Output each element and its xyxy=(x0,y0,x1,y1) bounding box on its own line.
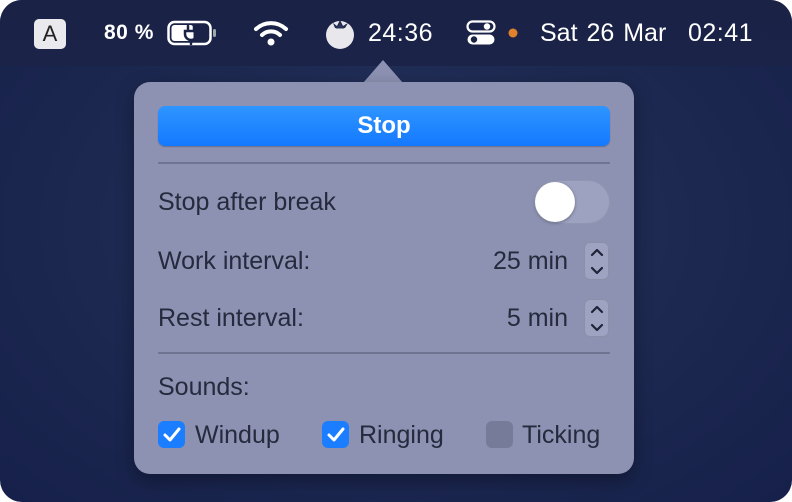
ringing-checkbox[interactable] xyxy=(322,421,349,448)
sounds-label: Sounds: xyxy=(158,373,250,401)
windup-label[interactable]: Windup xyxy=(195,421,280,450)
work-interval-stepper[interactable] xyxy=(584,242,609,280)
input-source-indicator[interactable]: A xyxy=(34,19,66,49)
rest-interval-value: 5 min xyxy=(506,304,568,332)
tomato-icon[interactable] xyxy=(322,0,358,66)
input-source-label: A xyxy=(42,21,58,46)
orange-dot-icon xyxy=(508,0,518,66)
ticking-label[interactable]: Ticking xyxy=(522,421,600,450)
chevron-up-icon xyxy=(590,305,603,313)
chevron-down-icon xyxy=(590,266,603,274)
stop-after-break-label: Stop after break xyxy=(158,188,336,216)
chevron-down-icon xyxy=(590,323,603,331)
ringing-label[interactable]: Ringing xyxy=(359,421,444,450)
timer-popover: Stop Stop after break Work interval: 25 … xyxy=(134,82,634,474)
work-interval-increment[interactable] xyxy=(584,242,609,261)
menubar-clock[interactable]: 02:41 xyxy=(688,0,753,66)
work-interval-value: 25 min xyxy=(492,247,568,275)
battery-charging-icon[interactable] xyxy=(167,0,219,66)
control-center-icon[interactable] xyxy=(466,0,496,66)
menubar-date[interactable]: Sat 26 Mar xyxy=(540,0,666,66)
stop-button-label: Stop xyxy=(357,112,411,139)
chevron-up-icon xyxy=(590,248,603,256)
checkmark-icon xyxy=(163,427,180,441)
rest-interval-stepper[interactable] xyxy=(584,299,609,337)
work-interval-decrement[interactable] xyxy=(584,261,609,280)
stop-after-break-toggle[interactable] xyxy=(533,180,610,224)
desktop: A 80 % 24:36 Sat 26 Mar 02:41 Stop Stop … xyxy=(0,0,792,502)
rest-interval-increment[interactable] xyxy=(584,299,609,318)
wifi-icon[interactable] xyxy=(253,0,289,66)
toggle-knob xyxy=(535,182,575,222)
divider xyxy=(158,162,610,164)
ticking-checkbox[interactable] xyxy=(486,421,513,448)
menu-bar: A 80 % 24:36 Sat 26 Mar 02:41 xyxy=(0,0,792,66)
divider xyxy=(158,352,610,354)
battery-percentage[interactable]: 80 % xyxy=(104,0,154,66)
rest-interval-label: Rest interval: xyxy=(158,304,304,332)
windup-checkbox[interactable] xyxy=(158,421,185,448)
popover-arrow xyxy=(363,60,403,83)
rest-interval-decrement[interactable] xyxy=(584,318,609,337)
timer-display[interactable]: 24:36 xyxy=(368,0,433,66)
work-interval-label: Work interval: xyxy=(158,247,311,275)
checkmark-icon xyxy=(327,427,344,441)
stop-button[interactable]: Stop xyxy=(158,106,610,146)
